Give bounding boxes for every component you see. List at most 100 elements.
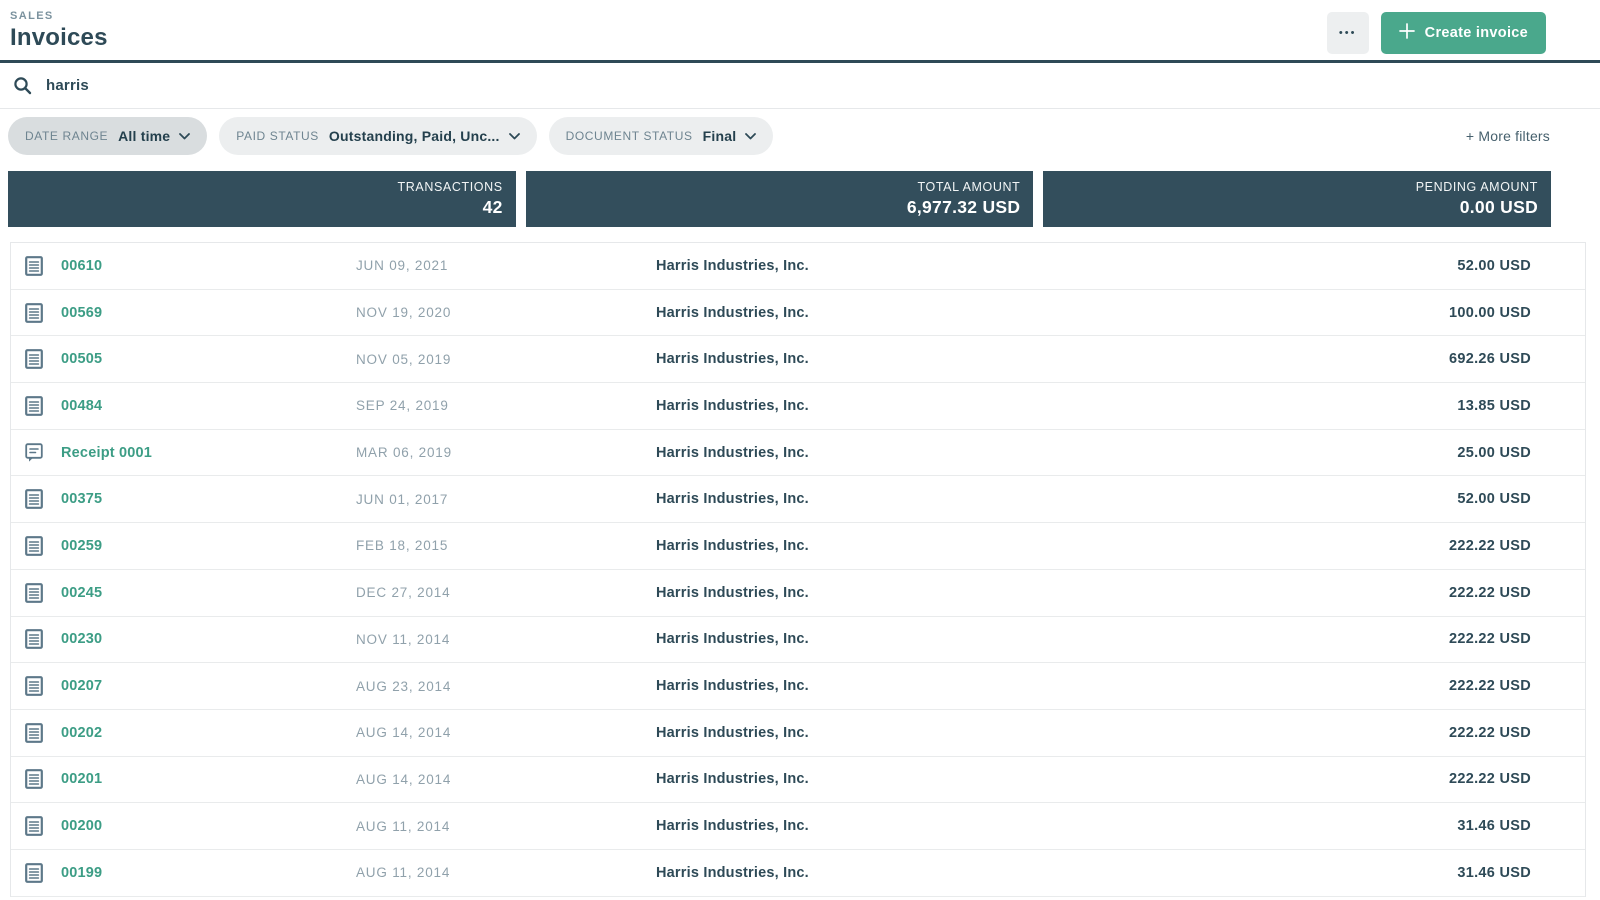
doc-date: AUG 14, 2014 xyxy=(356,771,452,787)
filter-value: All time xyxy=(118,128,171,144)
doc-number-link[interactable]: 00505 xyxy=(61,351,356,367)
doc-customer: Harris Industries, Inc. xyxy=(656,351,809,368)
filter-label: DOCUMENT STATUS xyxy=(565,129,693,143)
ellipsis-icon: ••• xyxy=(1338,27,1357,39)
doc-icon-cell xyxy=(11,443,61,462)
doc-number-link[interactable]: 00484 xyxy=(61,398,356,414)
doc-customer: Harris Industries, Inc. xyxy=(656,491,809,508)
stat-label: TOTAL AMOUNT xyxy=(917,180,1021,194)
doc-date: JUN 01, 2017 xyxy=(356,491,449,507)
invoice-icon xyxy=(25,629,43,650)
table-row[interactable]: 00200 AUG 11, 2014 Harris Industries, In… xyxy=(11,803,1585,850)
doc-number-link[interactable]: 00569 xyxy=(61,305,356,321)
doc-customer: Harris Industries, Inc. xyxy=(656,631,809,648)
table-row[interactable]: 00610 JUN 09, 2021 Harris Industries, In… xyxy=(11,243,1585,290)
filter-value: Final xyxy=(702,128,737,144)
invoice-icon xyxy=(25,769,43,790)
doc-number-link[interactable]: 00259 xyxy=(61,538,356,554)
doc-amount: 222.22 USD xyxy=(1449,537,1531,554)
doc-number-link[interactable]: 00207 xyxy=(61,678,356,694)
doc-date: MAR 06, 2019 xyxy=(356,445,452,461)
invoice-icon xyxy=(25,302,43,323)
filter-label: PAID STATUS xyxy=(236,129,319,143)
doc-icon-cell xyxy=(11,862,61,883)
doc-date: JUN 09, 2021 xyxy=(356,258,449,274)
doc-number-link[interactable]: 00230 xyxy=(61,631,356,647)
doc-amount: 222.22 USD xyxy=(1449,631,1531,648)
doc-number-link[interactable]: 00202 xyxy=(61,725,356,741)
doc-date: AUG 11, 2014 xyxy=(356,865,451,881)
doc-icon-cell xyxy=(11,536,61,556)
table-row[interactable]: Receipt 0001 MAR 06, 2019 Harris Industr… xyxy=(11,429,1585,477)
doc-date: FEB 18, 2015 xyxy=(356,538,449,554)
doc-number-link[interactable]: Receipt 0001 xyxy=(61,445,356,461)
doc-customer: Harris Industries, Inc. xyxy=(656,444,809,461)
receipt-icon xyxy=(25,443,43,462)
doc-amount: 100.00 USD xyxy=(1449,304,1531,321)
table-row[interactable]: 00245 DEC 27, 2014 Harris Industries, In… xyxy=(11,569,1585,617)
create-invoice-button[interactable]: Create invoice xyxy=(1380,12,1546,54)
stat-label: PENDING AMOUNT xyxy=(1415,180,1539,194)
search-input[interactable] xyxy=(46,77,946,94)
filter-value: Outstanding, Paid, Unc... xyxy=(328,128,500,144)
chevron-down-icon xyxy=(508,127,520,145)
doc-number-link[interactable]: 00200 xyxy=(61,818,356,834)
doc-amount: 222.22 USD xyxy=(1449,678,1531,695)
header-actions: ••• Create invoice xyxy=(1326,12,1546,54)
doc-customer: Harris Industries, Inc. xyxy=(656,397,809,414)
doc-customer: Harris Industries, Inc. xyxy=(656,304,809,321)
doc-amount: 222.22 USD xyxy=(1449,584,1531,601)
table-row[interactable]: 00202 AUG 14, 2014 Harris Industries, In… xyxy=(11,709,1585,757)
doc-customer: Harris Industries, Inc. xyxy=(656,771,809,788)
filter-chip-date-range[interactable]: DATE RANGE All time xyxy=(8,117,208,155)
page-header: SALES Invoices ••• Create invoice xyxy=(0,0,1600,60)
doc-icon-cell xyxy=(11,816,61,836)
doc-amount: 222.22 USD xyxy=(1449,724,1531,741)
doc-customer: Harris Industries, Inc. xyxy=(656,584,809,601)
doc-amount: 25.00 USD xyxy=(1457,444,1531,461)
table-row[interactable]: 00207 AUG 23, 2014 Harris Industries, In… xyxy=(11,663,1585,710)
more-options-button[interactable]: ••• xyxy=(1326,12,1369,54)
doc-amount: 52.00 USD xyxy=(1457,257,1531,274)
doc-number-link[interactable]: 00375 xyxy=(61,491,356,507)
table-row[interactable]: 00201 AUG 14, 2014 Harris Industries, In… xyxy=(11,756,1585,804)
search-bar xyxy=(0,63,1600,109)
doc-date: NOV 19, 2020 xyxy=(356,305,452,321)
invoice-icon xyxy=(25,722,43,743)
doc-icon-cell xyxy=(11,396,61,416)
doc-number-link[interactable]: 00610 xyxy=(61,258,356,274)
page-title: Invoices xyxy=(10,24,108,51)
invoices-page: SALES Invoices ••• Create invoice harris… xyxy=(0,0,1600,900)
doc-customer: Harris Industries, Inc. xyxy=(656,818,809,835)
stat-total-amount: TOTAL AMOUNT 6,977.32 USD xyxy=(525,171,1034,227)
table-row[interactable]: 00199 AUG 11, 2014 Harris Industries, In… xyxy=(11,849,1585,897)
more-filters-link[interactable]: + More filters xyxy=(1466,128,1550,144)
doc-icon-cell xyxy=(11,676,61,696)
invoice-icon xyxy=(25,676,43,696)
doc-number-link[interactable]: 00199 xyxy=(61,865,356,881)
plus-icon xyxy=(1398,23,1415,43)
invoice-icon xyxy=(25,816,43,836)
invoice-icon xyxy=(25,255,43,276)
table-row[interactable]: 00569 NOV 19, 2020 Harris Industries, In… xyxy=(11,289,1585,337)
doc-customer: Harris Industries, Inc. xyxy=(656,864,809,881)
doc-icon-cell xyxy=(11,722,61,743)
table-row[interactable]: 00484 SEP 24, 2019 Harris Industries, In… xyxy=(11,383,1585,430)
doc-number-link[interactable]: 00245 xyxy=(61,585,356,601)
table-row[interactable]: 00375 JUN 01, 2017 Harris Industries, In… xyxy=(11,476,1585,524)
filter-chip-paid-status[interactable]: PAID STATUS Outstanding, Paid, Unc... xyxy=(219,117,537,155)
doc-customer: Harris Industries, Inc. xyxy=(656,724,809,741)
doc-number-link[interactable]: 00201 xyxy=(61,771,356,787)
doc-icon-cell xyxy=(11,582,61,603)
doc-amount: 31.46 USD xyxy=(1457,864,1531,881)
doc-date: NOV 11, 2014 xyxy=(356,631,451,647)
doc-date: AUG 14, 2014 xyxy=(356,725,452,741)
table-row[interactable]: 00230 NOV 11, 2014 Harris Industries, In… xyxy=(11,616,1585,664)
invoice-icon xyxy=(25,582,43,603)
chevron-down-icon xyxy=(179,127,191,145)
filter-chip-document-status[interactable]: DOCUMENT STATUS Final xyxy=(548,117,774,155)
table-row[interactable]: 00505 NOV 05, 2019 Harris Industries, In… xyxy=(11,336,1585,384)
breadcrumb-section-label: SALES xyxy=(10,10,54,22)
header-titles: SALES Invoices xyxy=(10,10,108,52)
table-row[interactable]: 00259 FEB 18, 2015 Harris Industries, In… xyxy=(11,523,1585,570)
